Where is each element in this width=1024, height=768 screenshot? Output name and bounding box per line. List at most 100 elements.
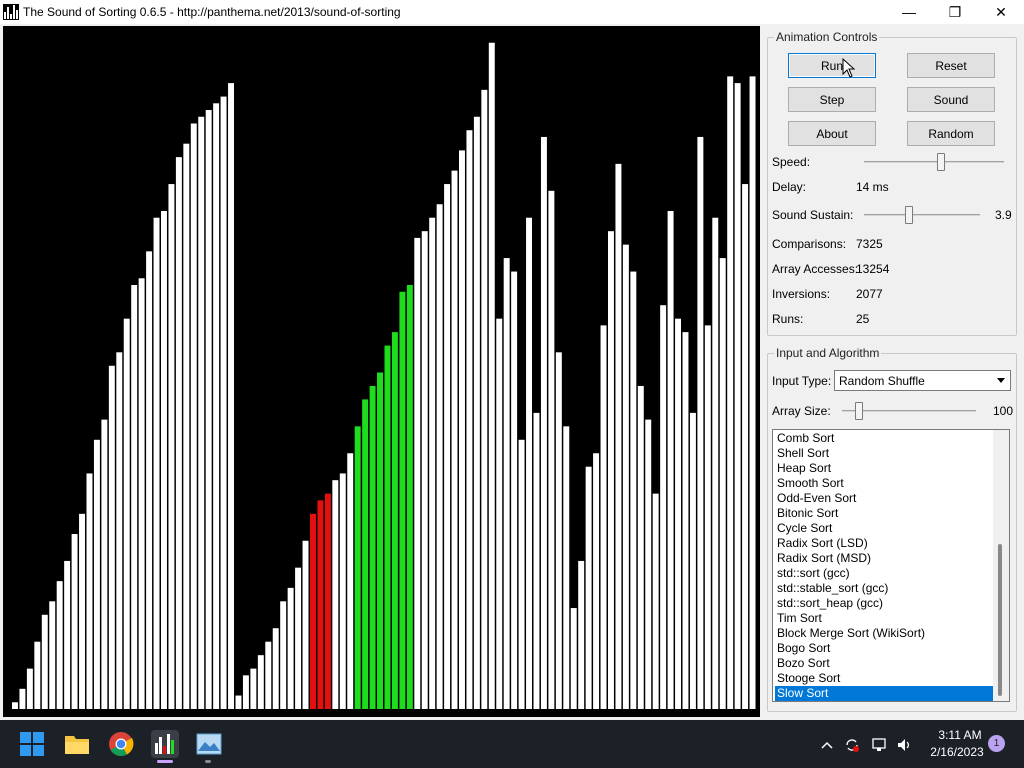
array-bar bbox=[518, 439, 525, 709]
array-bar bbox=[421, 231, 428, 710]
algorithm-list-item[interactable]: Bogo Sort bbox=[775, 641, 995, 656]
array-bar bbox=[302, 540, 309, 709]
algorithm-list-item[interactable]: Block Merge Sort (WikiSort) bbox=[775, 626, 995, 641]
chevron-down-icon[interactable] bbox=[993, 372, 1009, 389]
algorithm-list-item[interactable]: Tim Sort bbox=[775, 611, 995, 626]
algorithm-list-item[interactable]: Cycle Sort bbox=[775, 521, 995, 536]
array-bar bbox=[220, 96, 227, 709]
array-bar bbox=[608, 231, 614, 710]
array-bar bbox=[280, 601, 287, 709]
algorithm-list-item[interactable]: Comb Sort bbox=[775, 431, 995, 446]
array-bar bbox=[712, 217, 719, 709]
file-explorer-icon[interactable] bbox=[63, 730, 91, 758]
speed-slider-thumb[interactable] bbox=[936, 153, 945, 171]
sound-of-sorting-icon[interactable] bbox=[151, 730, 179, 758]
array-bar bbox=[548, 190, 555, 710]
algorithm-list-item[interactable]: Bozo Sort bbox=[775, 656, 995, 671]
array-bar bbox=[600, 325, 607, 709]
algorithm-list-scrollbar-thumb[interactable] bbox=[998, 544, 1002, 696]
random-button[interactable]: Random bbox=[907, 121, 995, 146]
array-bar bbox=[481, 89, 488, 710]
sync-icon[interactable] bbox=[843, 736, 861, 754]
algorithm-list-item[interactable]: Radix Sort (MSD) bbox=[775, 551, 995, 566]
image-viewer-icon[interactable] bbox=[195, 730, 223, 758]
array-bar bbox=[161, 210, 167, 710]
algorithm-list-item[interactable]: Odd-Even Sort bbox=[775, 491, 995, 506]
speed-slider-track bbox=[864, 161, 1004, 163]
array-bars bbox=[12, 42, 756, 710]
array-bar bbox=[704, 325, 711, 709]
speed-label: Speed: bbox=[772, 155, 811, 169]
minimize-button[interactable]: — bbox=[886, 0, 932, 24]
array-bar bbox=[228, 83, 235, 710]
array-bar bbox=[570, 608, 577, 709]
delay-value: 14 ms bbox=[856, 180, 889, 194]
reset-button[interactable]: Reset bbox=[907, 53, 995, 78]
array-bar bbox=[64, 560, 71, 709]
algorithm-list-item[interactable]: Stooge Sort bbox=[775, 671, 995, 686]
algorithm-list-item[interactable]: std::sort (gcc) bbox=[775, 566, 995, 581]
array-bar bbox=[511, 271, 518, 709]
algorithm-list-item[interactable]: Bitonic Sort bbox=[775, 506, 995, 521]
run-button[interactable]: Run bbox=[788, 53, 876, 78]
algorithm-list-item[interactable]: std::sort_heap (gcc) bbox=[775, 596, 995, 611]
maximize-button[interactable]: ❐ bbox=[932, 0, 978, 24]
chevron-up-icon[interactable] bbox=[818, 736, 836, 754]
algorithm-list[interactable]: Comb Sort Shell Sort Heap Sort Smooth Sort O… bbox=[772, 429, 1010, 702]
clock-time[interactable]: 3:11 AM bbox=[930, 728, 990, 742]
algorithm-list-item[interactable]: Slow Sort bbox=[775, 686, 995, 701]
close-button[interactable]: ✕ bbox=[978, 0, 1024, 24]
array-bar bbox=[242, 675, 249, 709]
array-bar bbox=[473, 116, 480, 709]
array-bar bbox=[101, 419, 108, 709]
sound-sustain-slider-thumb[interactable] bbox=[905, 206, 914, 224]
array-bar bbox=[362, 399, 369, 709]
algorithm-list-item[interactable]: Shell Sort bbox=[775, 446, 995, 461]
array-size-slider-thumb[interactable] bbox=[854, 402, 863, 420]
network-icon[interactable] bbox=[870, 736, 888, 754]
clock-date[interactable]: 2/16/2023 bbox=[922, 745, 992, 759]
about-button[interactable]: About bbox=[788, 121, 876, 146]
array-bar bbox=[697, 136, 704, 709]
array-bar bbox=[503, 258, 510, 709]
speed-slider[interactable] bbox=[864, 152, 1004, 172]
step-button[interactable]: Step bbox=[788, 87, 876, 112]
array-bar bbox=[645, 419, 652, 709]
input-type-label: Input Type: bbox=[772, 374, 832, 388]
array-size-value: 100 bbox=[993, 404, 1014, 418]
sound-sustain-slider[interactable] bbox=[864, 205, 980, 225]
array-bar bbox=[377, 372, 384, 709]
runs-label: Runs: bbox=[772, 312, 804, 326]
algorithm-list-scrollbar[interactable] bbox=[993, 430, 1009, 701]
array-bar bbox=[153, 217, 160, 709]
sound-button[interactable]: Sound bbox=[907, 87, 995, 112]
array-bar bbox=[12, 702, 18, 709]
array-bar bbox=[563, 426, 570, 709]
algorithm-list-item[interactable]: Radix Sort (LSD) bbox=[775, 536, 995, 551]
array-bar bbox=[660, 305, 667, 709]
array-bar bbox=[578, 560, 585, 709]
array-bar bbox=[190, 123, 197, 710]
array-size-slider[interactable] bbox=[842, 401, 976, 421]
array-bar bbox=[593, 453, 600, 709]
array-bar bbox=[265, 641, 272, 709]
start-icon[interactable] bbox=[18, 730, 46, 758]
chrome-icon[interactable] bbox=[107, 730, 135, 758]
notification-badge[interactable]: 1 bbox=[988, 735, 1005, 752]
active-app-indicator bbox=[157, 760, 173, 763]
algorithm-list-item[interactable]: Smooth Sort bbox=[775, 476, 995, 491]
array-bar bbox=[116, 352, 123, 709]
algorithm-list-item[interactable]: Heap Sort bbox=[775, 461, 995, 476]
array-bar bbox=[108, 365, 115, 709]
array-bar bbox=[93, 439, 100, 709]
array-bar bbox=[332, 480, 339, 709]
array-bar bbox=[488, 42, 495, 710]
open-app-indicator bbox=[205, 760, 211, 763]
algorithm-list-item[interactable]: std::stable_sort (gcc) bbox=[775, 581, 995, 596]
array-bar bbox=[622, 244, 629, 709]
input-type-select[interactable]: Random Shuffle bbox=[834, 370, 1011, 391]
array-bar bbox=[86, 473, 93, 709]
array-bar bbox=[749, 76, 756, 709]
volume-icon[interactable] bbox=[895, 736, 913, 754]
array-bar bbox=[34, 641, 41, 709]
